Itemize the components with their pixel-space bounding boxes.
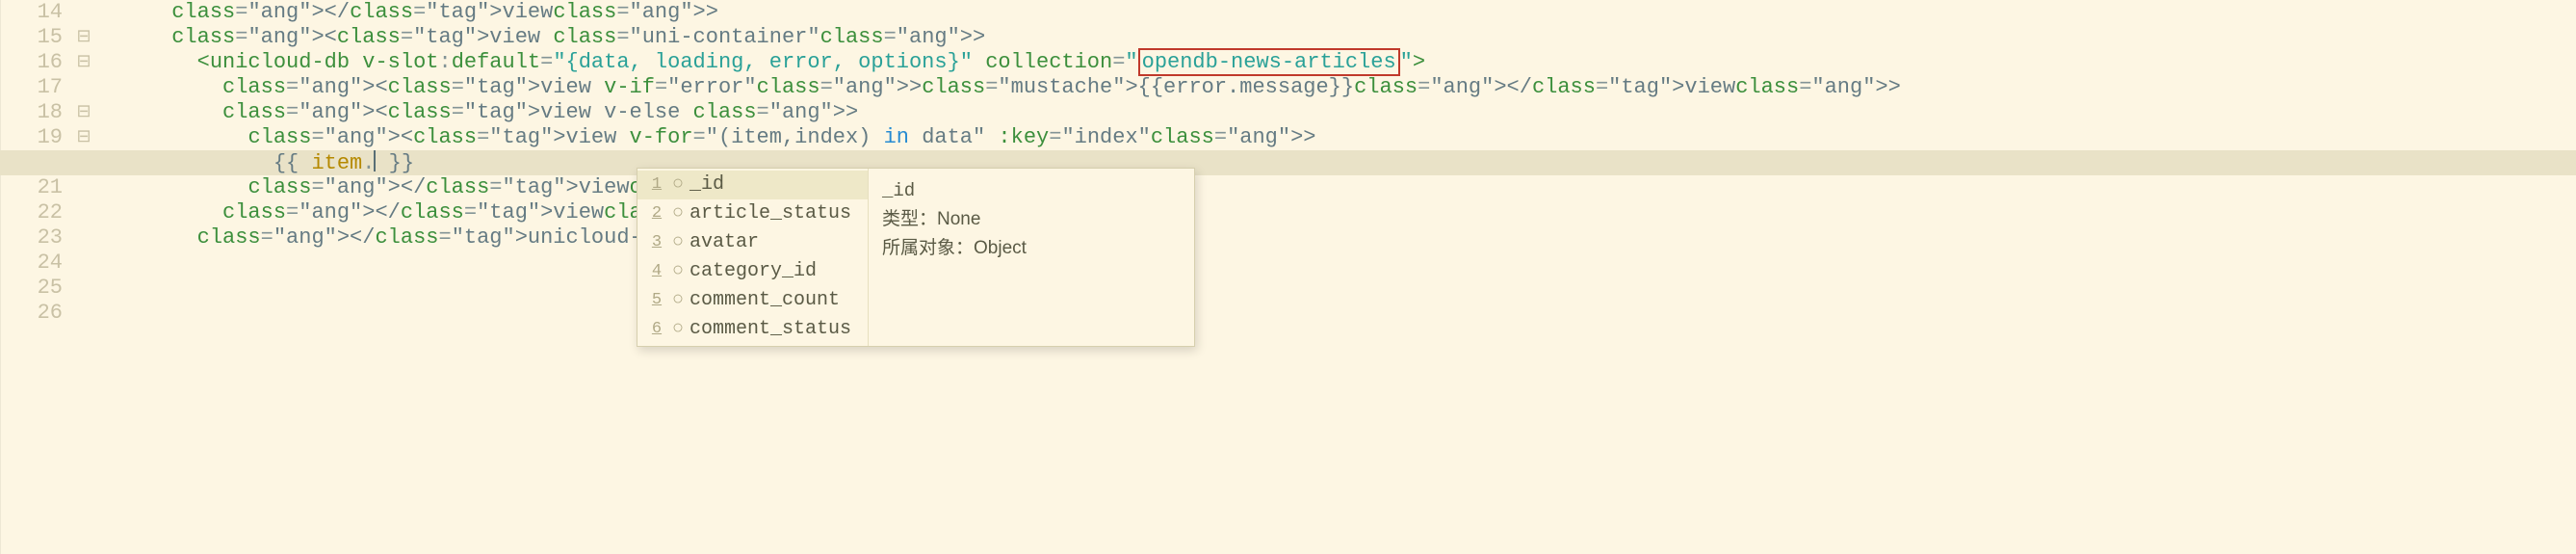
ac-detail-owner-label: 所属对象： bbox=[882, 238, 974, 258]
autocomplete-item[interactable]: 5○comment_count bbox=[637, 286, 868, 315]
ac-detail-owner-value: Object bbox=[974, 238, 1027, 258]
ac-item-label: _id bbox=[690, 171, 724, 199]
circle-icon: ○ bbox=[666, 228, 690, 257]
ac-detail-name: _id bbox=[882, 176, 1181, 205]
code-line[interactable]: <unicloud-db v-slot:default="{data, load… bbox=[95, 50, 2576, 75]
circle-icon: ○ bbox=[666, 171, 690, 199]
autocomplete-popup: 1○_id2○article_status3○avatar4○category_… bbox=[637, 168, 1195, 347]
code-line[interactable]: class="ang"><class="tag">view v-if="erro… bbox=[95, 75, 2576, 100]
ac-item-label: avatar bbox=[690, 228, 759, 257]
code-line[interactable]: class="ang"></class="tag">viewclass="ang… bbox=[95, 200, 2576, 225]
ac-item-index: 4 bbox=[647, 257, 666, 286]
autocomplete-list[interactable]: 1○_id2○article_status3○avatar4○category_… bbox=[637, 169, 869, 346]
autocomplete-detail: _id 类型：None 所属对象：Object bbox=[869, 169, 1194, 346]
ac-item-label: article_status bbox=[690, 199, 851, 228]
ac-item-label: category_id bbox=[690, 257, 817, 286]
code-area[interactable]: class="ang"></class="tag">viewclass="ang… bbox=[95, 0, 2576, 554]
code-line[interactable]: {{ item. }} bbox=[0, 150, 2576, 175]
code-line[interactable] bbox=[95, 276, 2576, 301]
code-line[interactable]: class="ang"><class="tag">view v-else cla… bbox=[95, 100, 2576, 125]
ac-item-index: 3 bbox=[647, 228, 666, 257]
circle-icon: ○ bbox=[666, 286, 690, 315]
autocomplete-item[interactable]: 4○category_id bbox=[637, 257, 868, 286]
line-gutter: 14151617181920212223242526 bbox=[1, 0, 72, 554]
code-line[interactable]: class="ang"></class="tag">viewclass="ang… bbox=[95, 175, 2576, 200]
fold-toggle-icon[interactable]: ⊟ bbox=[72, 125, 95, 150]
code-line[interactable] bbox=[95, 301, 2576, 326]
code-editor[interactable]: 14151617181920212223242526 ⊟⊟⊟⊟ class="a… bbox=[1, 0, 2576, 554]
autocomplete-item[interactable]: 2○article_status bbox=[637, 199, 868, 228]
ac-item-index: 1 bbox=[647, 171, 666, 199]
fold-column: ⊟⊟⊟⊟ bbox=[72, 0, 95, 554]
ac-item-label: comment_status bbox=[690, 315, 851, 344]
ac-item-label: comment_count bbox=[690, 286, 840, 315]
ac-item-index: 5 bbox=[647, 286, 666, 315]
code-line[interactable] bbox=[95, 251, 2576, 276]
autocomplete-item[interactable]: 6○comment_status bbox=[637, 315, 868, 344]
ac-item-index: 6 bbox=[647, 315, 666, 344]
circle-icon: ○ bbox=[666, 199, 690, 228]
code-line[interactable]: class="ang"></class="tag">viewclass="ang… bbox=[95, 0, 2576, 25]
autocomplete-item[interactable]: 3○avatar bbox=[637, 228, 868, 257]
fold-toggle-icon[interactable]: ⊟ bbox=[72, 25, 95, 50]
code-line[interactable]: class="ang"><class="tag">view v-for="(it… bbox=[95, 125, 2576, 150]
code-line[interactable]: class="ang"></class="tag">unicloud-dbcla… bbox=[95, 225, 2576, 251]
circle-icon: ○ bbox=[666, 257, 690, 286]
code-line[interactable]: class="ang"><class="tag">view class="uni… bbox=[95, 25, 2576, 50]
ac-item-index: 2 bbox=[647, 199, 666, 228]
autocomplete-item[interactable]: 1○_id bbox=[637, 171, 868, 199]
ac-detail-type-label: 类型： bbox=[882, 209, 937, 229]
fold-toggle-icon[interactable]: ⊟ bbox=[72, 50, 95, 75]
collection-value-highlight: opendb-news-articles bbox=[1138, 48, 1400, 76]
ac-detail-type-value: None bbox=[937, 209, 980, 229]
circle-icon: ○ bbox=[666, 315, 690, 344]
fold-toggle-icon[interactable]: ⊟ bbox=[72, 100, 95, 125]
